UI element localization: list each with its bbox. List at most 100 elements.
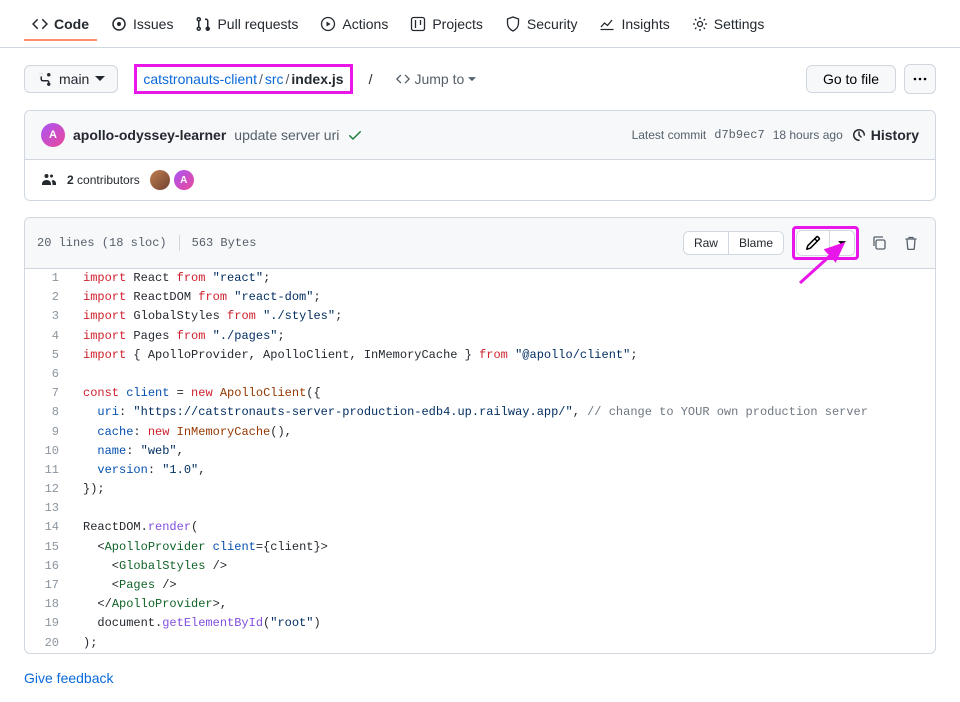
line-content: ReactDOM.render( xyxy=(75,518,935,537)
tab-pull-requests[interactable]: Pull requests xyxy=(187,8,306,40)
code-line: 5import { ApolloProvider, ApolloClient, … xyxy=(25,346,935,365)
tab-projects[interactable]: Projects xyxy=(402,8,491,40)
history-button[interactable]: History xyxy=(851,127,919,143)
tab-insights[interactable]: Insights xyxy=(591,8,677,40)
line-number[interactable]: 17 xyxy=(25,576,75,595)
line-content xyxy=(75,365,935,384)
kebab-icon xyxy=(913,77,927,81)
line-number[interactable]: 18 xyxy=(25,595,75,614)
tab-label: Code xyxy=(54,16,89,32)
code-line: 13 xyxy=(25,499,935,518)
code-line: 19 document.getElementById("root") xyxy=(25,614,935,633)
breadcrumb-sep: / xyxy=(259,71,263,87)
caret-down-icon xyxy=(95,76,105,82)
history-icon xyxy=(851,127,867,143)
code-line: 18 </ApolloProvider>, xyxy=(25,595,935,614)
jump-to-label: Jump to xyxy=(414,71,464,87)
gear-icon xyxy=(692,16,708,32)
check-icon[interactable] xyxy=(347,127,363,143)
jump-to-button[interactable]: Jump to xyxy=(396,71,476,87)
code-line: 17 <Pages /> xyxy=(25,576,935,595)
code-line: 9 cache: new InMemoryCache(), xyxy=(25,423,935,442)
line-content: import ReactDOM from "react-dom"; xyxy=(75,288,935,307)
line-number[interactable]: 4 xyxy=(25,327,75,346)
tab-label: Security xyxy=(527,16,578,32)
breadcrumb-repo[interactable]: catstronauts-client xyxy=(143,71,257,87)
edit-button[interactable] xyxy=(797,231,829,255)
line-number[interactable]: 14 xyxy=(25,518,75,537)
branch-select-button[interactable]: main xyxy=(24,65,118,93)
branch-icon xyxy=(37,71,53,87)
avatar[interactable]: A xyxy=(41,123,65,147)
line-number[interactable]: 3 xyxy=(25,307,75,326)
line-content: <ApolloProvider client={client}> xyxy=(75,538,935,557)
give-feedback-link[interactable]: Give feedback xyxy=(24,670,114,686)
breadcrumb-file: index.js xyxy=(291,71,343,87)
line-number[interactable]: 13 xyxy=(25,499,75,518)
line-content: import GlobalStyles from "./styles"; xyxy=(75,307,935,326)
blame-button[interactable]: Blame xyxy=(728,232,783,254)
line-content: document.getElementById("root") xyxy=(75,614,935,633)
breadcrumb-row: main catstronauts-client / src / index.j… xyxy=(24,64,936,94)
project-icon xyxy=(410,16,426,32)
contributor-avatar[interactable] xyxy=(150,170,170,190)
tab-label: Settings xyxy=(714,16,765,32)
more-actions-button[interactable] xyxy=(904,64,936,94)
code-line: 11 version: "1.0", xyxy=(25,461,935,480)
delete-button[interactable] xyxy=(899,231,923,255)
line-number[interactable]: 5 xyxy=(25,346,75,365)
tab-issues[interactable]: Issues xyxy=(103,8,181,40)
line-number[interactable]: 12 xyxy=(25,480,75,499)
code-line: 4import Pages from "./pages"; xyxy=(25,327,935,346)
raw-button[interactable]: Raw xyxy=(684,232,728,254)
line-number[interactable]: 2 xyxy=(25,288,75,307)
commit-author[interactable]: apollo-odyssey-learner xyxy=(73,127,226,143)
tab-settings[interactable]: Settings xyxy=(684,8,773,40)
line-number[interactable]: 15 xyxy=(25,538,75,557)
tab-actions[interactable]: Actions xyxy=(312,8,396,40)
line-content: cache: new InMemoryCache(), xyxy=(75,423,935,442)
code-line: 15 <ApolloProvider client={client}> xyxy=(25,538,935,557)
branch-name: main xyxy=(59,71,89,87)
breadcrumb-sep: / xyxy=(369,71,373,87)
line-number[interactable]: 16 xyxy=(25,557,75,576)
line-content: ); xyxy=(75,634,935,653)
line-number[interactable]: 7 xyxy=(25,384,75,403)
line-content: const client = new ApolloClient({ xyxy=(75,384,935,403)
line-number[interactable]: 9 xyxy=(25,423,75,442)
people-icon xyxy=(41,172,57,188)
code-icon xyxy=(396,72,410,86)
edit-dropdown-button[interactable] xyxy=(829,231,854,255)
contributors-label[interactable]: 2 contributors xyxy=(67,173,140,187)
copy-button[interactable] xyxy=(867,231,891,255)
tab-label: Projects xyxy=(432,16,483,32)
raw-blame-group: Raw Blame xyxy=(683,231,784,255)
tab-code[interactable]: Code xyxy=(24,8,97,40)
code-line: 10 name: "web", xyxy=(25,442,935,461)
line-number[interactable]: 8 xyxy=(25,403,75,422)
breadcrumb-highlight: catstronauts-client / src / index.js xyxy=(134,64,352,94)
breadcrumb-folder[interactable]: src xyxy=(265,71,284,87)
history-label: History xyxy=(871,127,919,143)
commit-hash[interactable]: d7b9ec7 xyxy=(714,128,764,142)
code-line: 2import ReactDOM from "react-dom"; xyxy=(25,288,935,307)
line-content: import { ApolloProvider, ApolloClient, I… xyxy=(75,346,935,365)
line-number[interactable]: 1 xyxy=(25,269,75,288)
line-content: <Pages /> xyxy=(75,576,935,595)
contributor-avatar[interactable]: A xyxy=(174,170,194,190)
line-number[interactable]: 19 xyxy=(25,614,75,633)
breadcrumb-sep: / xyxy=(286,71,290,87)
go-to-file-button[interactable]: Go to file xyxy=(806,65,896,93)
code-line: 7const client = new ApolloClient({ xyxy=(25,384,935,403)
line-number[interactable]: 6 xyxy=(25,365,75,384)
commit-time: 18 hours ago xyxy=(773,128,843,142)
tab-security[interactable]: Security xyxy=(497,8,586,40)
trash-icon xyxy=(903,235,919,251)
caret-down-icon xyxy=(468,77,476,82)
tab-label: Actions xyxy=(342,16,388,32)
commit-message[interactable]: update server uri xyxy=(234,127,339,143)
line-number[interactable]: 11 xyxy=(25,461,75,480)
line-number[interactable]: 10 xyxy=(25,442,75,461)
line-content: version: "1.0", xyxy=(75,461,935,480)
line-number[interactable]: 20 xyxy=(25,634,75,653)
